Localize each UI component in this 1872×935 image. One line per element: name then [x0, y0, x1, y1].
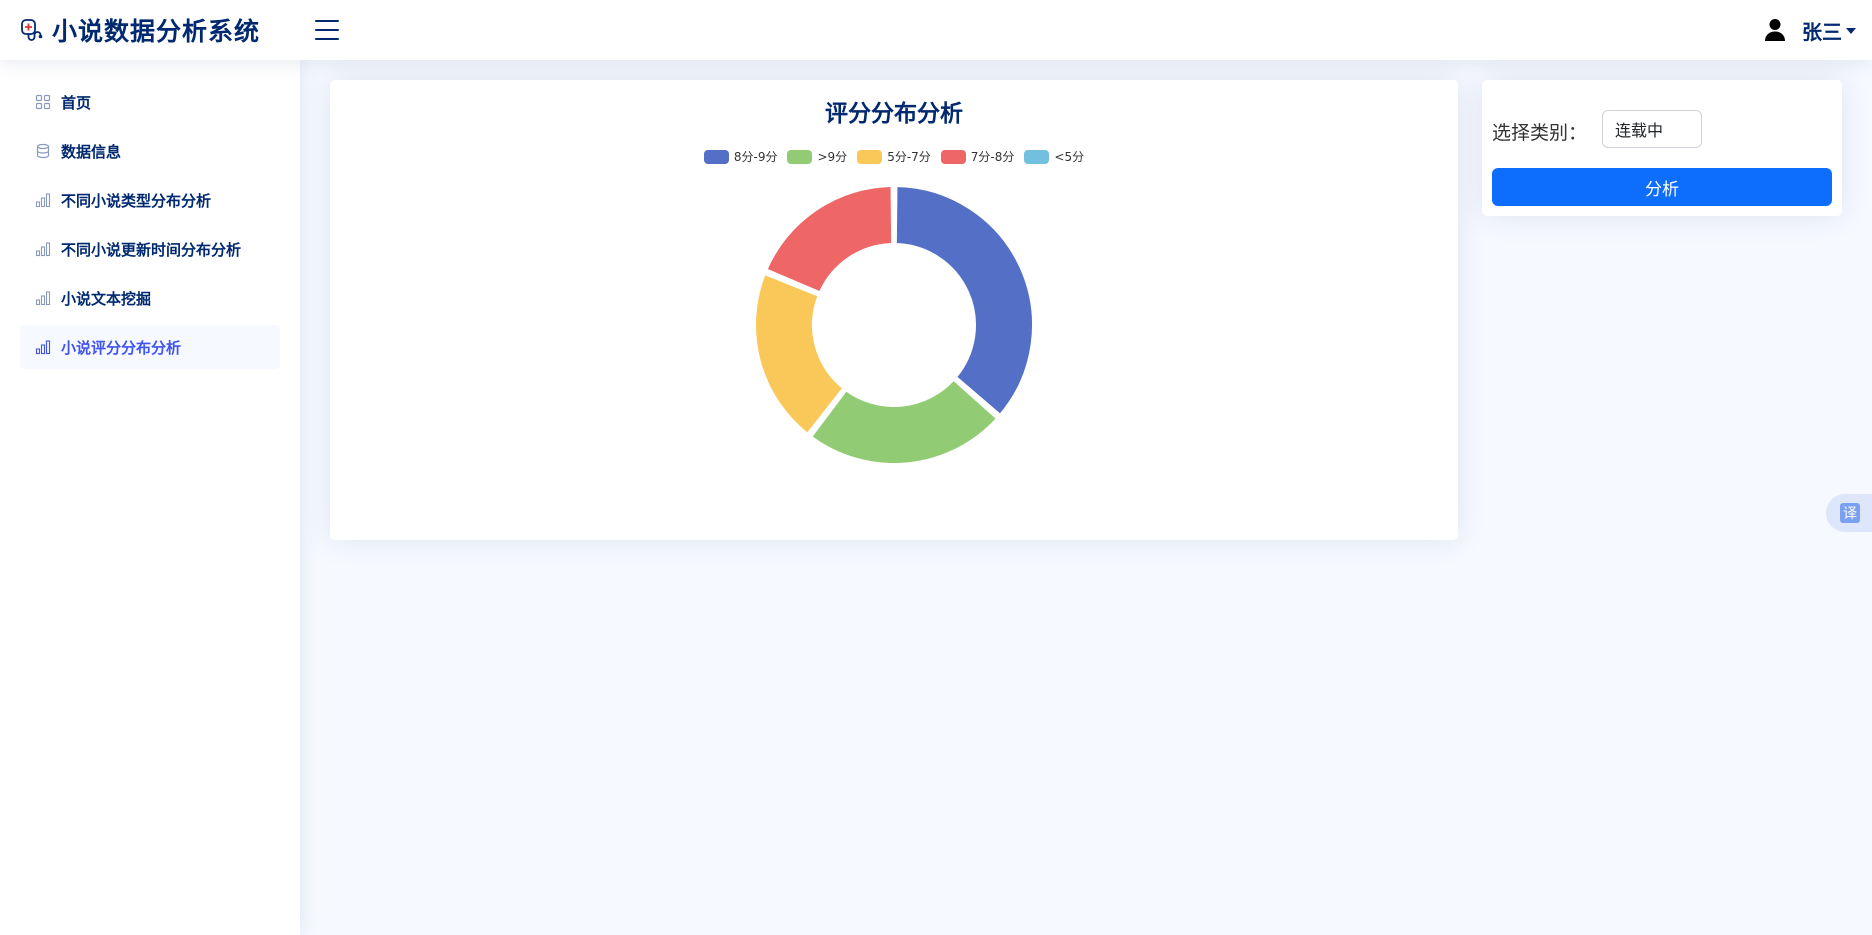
sidebar-item-label: 数据信息 [61, 142, 122, 161]
bar-chart-icon [35, 242, 51, 257]
sidebar-item-text-mining[interactable]: 小说文本挖掘 [20, 276, 280, 320]
hamburger-line [315, 20, 339, 22]
bar-chart-icon [35, 291, 51, 306]
sidebar-item-data-info[interactable]: 数据信息 [20, 129, 280, 173]
stethoscope-logo-icon [21, 19, 43, 41]
user-name: 张三 [1802, 19, 1842, 44]
translate-float-button[interactable]: 译 [1826, 494, 1872, 532]
sidebar-item-label: 小说评分分布分析 [61, 338, 182, 357]
category-select[interactable]: 连载中 [1602, 110, 1702, 148]
sidebar-item-update-time-distribution[interactable]: 不同小说更新时间分布分析 [20, 227, 280, 271]
sidebar-item-home[interactable]: 首页 [20, 80, 280, 124]
category-label: 选择类别： [1492, 122, 1588, 144]
bar-chart-icon [35, 340, 51, 355]
chevron-down-icon [1846, 28, 1856, 34]
grid-icon [35, 94, 51, 110]
bar-chart-icon [35, 193, 51, 208]
user-icon [1765, 19, 1785, 41]
menu-toggle-button[interactable] [315, 20, 339, 40]
sidebar-item-rating-distribution[interactable]: 小说评分分布分析 [20, 325, 280, 369]
app-logo[interactable]: 小说数据分析系统 [20, 12, 310, 48]
sidebar-item-label: 不同小说更新时间分布分析 [61, 240, 242, 259]
sidebar-item-label: 首页 [61, 93, 92, 112]
translate-icon: 译 [1840, 503, 1860, 523]
app-title: 小说数据分析系统 [52, 17, 261, 46]
filter-card: 选择类别： 连载中 分析 [1482, 80, 1842, 216]
top-header: 小说数据分析系统 张三 [0, 0, 1872, 60]
sidebar: 首页 数据信息 不同小说类型分布分析 不同小说更新时间分布分析 小说文本挖掘 小… [0, 60, 300, 935]
donut-slice[interactable] [763, 183, 896, 296]
hamburger-line [315, 29, 339, 31]
hamburger-line [315, 38, 339, 40]
chart-card: 评分分布分析 8分-9分 >9分 5分-7分 7分-8分 <5分 [330, 80, 1458, 540]
sidebar-item-label: 不同小说类型分布分析 [61, 191, 212, 210]
donut-chart [752, 183, 1036, 467]
donut-slice[interactable] [892, 183, 1036, 419]
sidebar-item-type-distribution[interactable]: 不同小说类型分布分析 [20, 178, 280, 222]
sidebar-item-label: 小说文本挖掘 [61, 289, 152, 308]
database-icon [36, 143, 50, 159]
analyze-button[interactable]: 分析 [1492, 168, 1832, 206]
user-menu[interactable]: 张三 [1764, 0, 1856, 60]
category-select-value: 连载中 [1615, 121, 1664, 140]
